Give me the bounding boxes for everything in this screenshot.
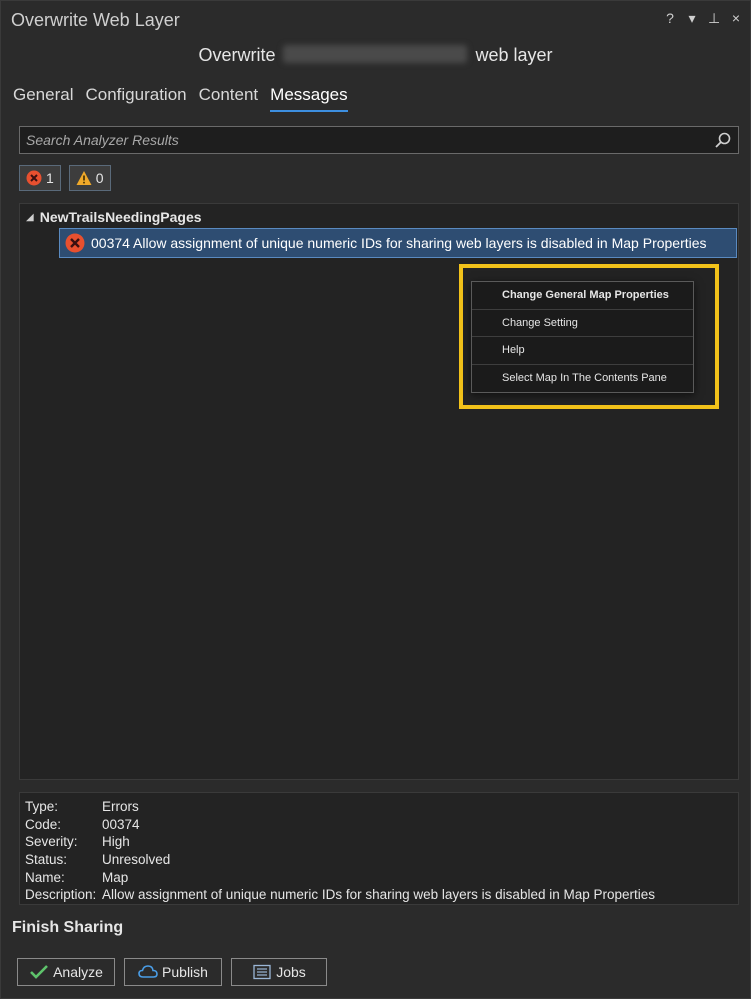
publish-button[interactable]: Publish [124,958,222,986]
search-icon[interactable] [714,131,732,149]
group-name: NewTrailsNeedingPages [39,209,202,225]
jobs-label: Jobs [276,964,306,980]
result-message-row[interactable]: 00374 Allow assignment of unique numeric… [59,228,737,258]
options-menu-icon[interactable]: ▾ [686,10,698,27]
errors-count: 1 [46,170,54,186]
menu-item-change-setting[interactable]: Change Setting [472,310,693,337]
detail-value: Allow assignment of unique numeric IDs f… [102,887,656,903]
error-icon [65,233,85,253]
detail-value: 00374 [102,816,140,832]
detail-key: Status: [25,852,68,868]
collapse-caret-icon[interactable]: ◢ [26,212,34,223]
detail-row-description: Description: Allow assignment of unique … [25,886,738,904]
help-icon[interactable]: ? [664,10,676,27]
checkmark-icon [30,965,49,979]
tab-bar: General Configuration Content Messages [13,85,348,112]
message-filters: 1 0 [19,165,111,191]
blurred-layer-name [283,45,468,63]
errors-filter-button[interactable]: 1 [19,165,61,191]
detail-key: Description: [25,887,97,903]
detail-value: Map [102,869,129,885]
warning-icon [76,171,92,185]
pin-icon[interactable]: ⊥ [708,10,720,27]
analyze-label: Analyze [53,964,103,980]
menu-item-help[interactable]: Help [472,337,693,365]
cloud-icon [138,965,158,978]
title-bar-controls: ? ▾ ⊥ × [664,10,742,27]
search-input[interactable] [20,127,700,153]
detail-row-type: Type: Errors [25,798,738,816]
warnings-filter-button[interactable]: 0 [68,165,111,191]
tab-content[interactable]: Content [199,85,259,112]
detail-key: Type: [25,799,59,814]
detail-row-severity: Severity: High [25,833,738,851]
tab-general[interactable]: General [13,85,73,112]
finish-sharing-heading: Finish Sharing [12,919,124,936]
message-details-panel: Type: Errors Code: 00374 Severity: High … [19,792,739,905]
menu-item-change-general-map-properties[interactable]: Change General Map Properties [472,282,693,310]
tab-configuration[interactable]: Configuration [85,85,186,112]
close-icon[interactable]: × [730,10,742,27]
menu-item-select-map-in-contents-pane[interactable]: Select Map In The Contents Pane [472,365,693,393]
page-heading: Overwrite web layer [1,45,750,66]
error-icon [26,170,42,186]
detail-key: Name: [25,869,65,885]
detail-value: High [102,834,130,850]
warnings-count: 0 [95,170,104,186]
detail-value: Errors [102,799,139,814]
analyze-button[interactable]: Analyze [17,958,115,986]
result-message-text: 00374 Allow assignment of unique numeric… [91,235,707,251]
search-box [19,126,739,154]
detail-key: Severity: [25,834,78,850]
detail-row-code: Code: 00374 [25,816,738,834]
publish-label: Publish [162,964,208,980]
jobs-list-icon [253,964,271,980]
detail-value: Unresolved [102,852,171,868]
title-bar: Overwrite Web Layer ? ▾ ⊥ × [1,1,750,37]
context-menu: Change General Map Properties Change Set… [471,281,694,393]
heading-suffix: web layer [475,45,553,65]
overwrite-web-layer-pane: Overwrite Web Layer ? ▾ ⊥ × Overwrite web… [0,0,751,999]
heading-prefix: Overwrite [198,45,276,65]
results-group-header[interactable]: ◢ NewTrailsNeedingPages [26,209,202,225]
tab-messages[interactable]: Messages [270,85,348,112]
pane-title: Overwrite Web Layer [11,10,180,30]
action-buttons: Analyze Publish Jobs [17,958,327,986]
jobs-button[interactable]: Jobs [231,958,327,986]
detail-row-name: Name: Map [25,869,738,887]
detail-row-status: Status: Unresolved [25,851,738,869]
detail-key: Code: [25,816,62,832]
